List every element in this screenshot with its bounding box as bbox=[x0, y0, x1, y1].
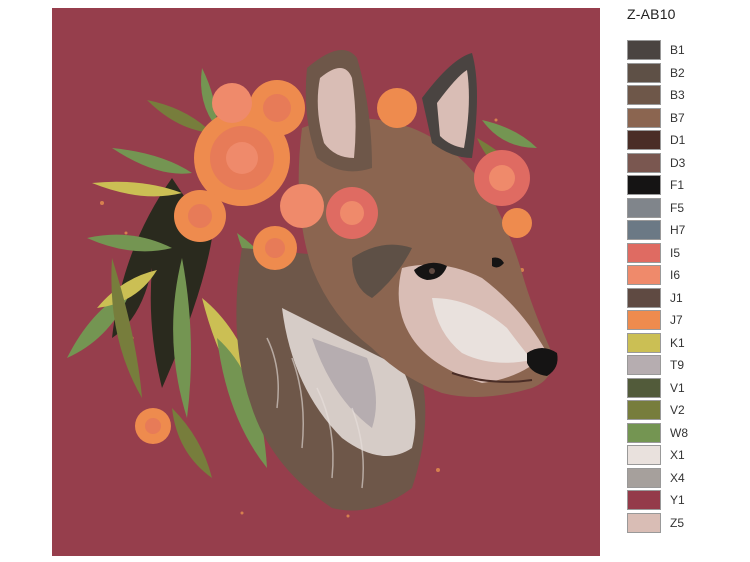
color-code-label: D1 bbox=[670, 133, 686, 147]
color-code-label: B7 bbox=[670, 110, 685, 125]
palette-row-d3: D3 bbox=[627, 152, 737, 175]
color-code-label: I5 bbox=[670, 245, 681, 260]
palette-row-b1: B1 bbox=[627, 40, 737, 62]
color-swatch bbox=[627, 130, 661, 150]
color-code-label: X4 bbox=[670, 470, 685, 485]
color-code-label: B3 bbox=[670, 88, 685, 102]
color-code-label: F5 bbox=[670, 200, 685, 215]
palette-row-t9: T9 bbox=[627, 355, 737, 377]
color-swatch bbox=[627, 62, 661, 83]
color-swatch bbox=[627, 467, 661, 488]
palette-row-w8: W8 bbox=[627, 422, 737, 445]
palette-row-z5: Z5 bbox=[627, 512, 737, 535]
color-code-label: X1 bbox=[670, 448, 685, 462]
color-code-label: V1 bbox=[670, 380, 685, 395]
artwork-illustration bbox=[52, 8, 600, 556]
palette-row-i6: I6 bbox=[627, 265, 737, 287]
palette-row-f1: F1 bbox=[627, 175, 737, 197]
color-swatch bbox=[627, 445, 661, 465]
palette-row-f5: F5 bbox=[627, 197, 737, 220]
color-code-label: D3 bbox=[670, 155, 686, 170]
color-swatch bbox=[627, 400, 661, 420]
color-swatch bbox=[627, 175, 661, 195]
color-code-label: W8 bbox=[670, 425, 688, 440]
palette-row-d1: D1 bbox=[627, 130, 737, 152]
palette-row-j7: J7 bbox=[627, 310, 737, 332]
color-code-label: K1 bbox=[670, 335, 685, 350]
color-swatch bbox=[627, 310, 661, 330]
palette-row-x1: X1 bbox=[627, 445, 737, 467]
color-swatch bbox=[627, 40, 661, 60]
palette-row-x4: X4 bbox=[627, 467, 737, 490]
color-swatch bbox=[627, 490, 661, 510]
color-swatch bbox=[627, 377, 661, 398]
color-code-label: H7 bbox=[670, 223, 686, 237]
palette-row-k1: K1 bbox=[627, 332, 737, 355]
palette-row-b7: B7 bbox=[627, 107, 737, 130]
color-code-label: Z5 bbox=[670, 515, 685, 530]
wolf-flowers-artwork bbox=[52, 8, 600, 556]
color-code-label: T9 bbox=[670, 358, 685, 372]
color-code-label: B1 bbox=[670, 43, 685, 57]
color-swatch bbox=[627, 220, 661, 240]
color-swatch bbox=[627, 197, 661, 218]
palette-row-y1: Y1 bbox=[627, 490, 737, 512]
color-code-label: V2 bbox=[670, 403, 685, 417]
color-swatch bbox=[627, 512, 661, 533]
palette-row-i5: I5 bbox=[627, 242, 737, 265]
color-swatch bbox=[627, 152, 661, 173]
product-code: Z-AB10 bbox=[627, 6, 676, 22]
color-swatch bbox=[627, 265, 661, 285]
color-swatch bbox=[627, 107, 661, 128]
color-swatch bbox=[627, 242, 661, 263]
color-swatch bbox=[627, 355, 661, 375]
color-code-label: J1 bbox=[670, 290, 683, 305]
palette-row-h7: H7 bbox=[627, 220, 737, 242]
color-swatch bbox=[627, 422, 661, 443]
palette-row-v1: V1 bbox=[627, 377, 737, 400]
color-code-label: J7 bbox=[670, 313, 683, 327]
palette-row-b2: B2 bbox=[627, 62, 737, 85]
color-code-label: B2 bbox=[670, 65, 685, 80]
color-code-label: F1 bbox=[670, 178, 685, 192]
color-swatch bbox=[627, 85, 661, 105]
palette-row-v2: V2 bbox=[627, 400, 737, 422]
color-swatch bbox=[627, 287, 661, 308]
palette-row-b3: B3 bbox=[627, 85, 737, 107]
color-code-label: Y1 bbox=[670, 493, 685, 507]
palette-row-j1: J1 bbox=[627, 287, 737, 310]
color-code-label: I6 bbox=[670, 268, 681, 282]
color-swatch bbox=[627, 332, 661, 353]
